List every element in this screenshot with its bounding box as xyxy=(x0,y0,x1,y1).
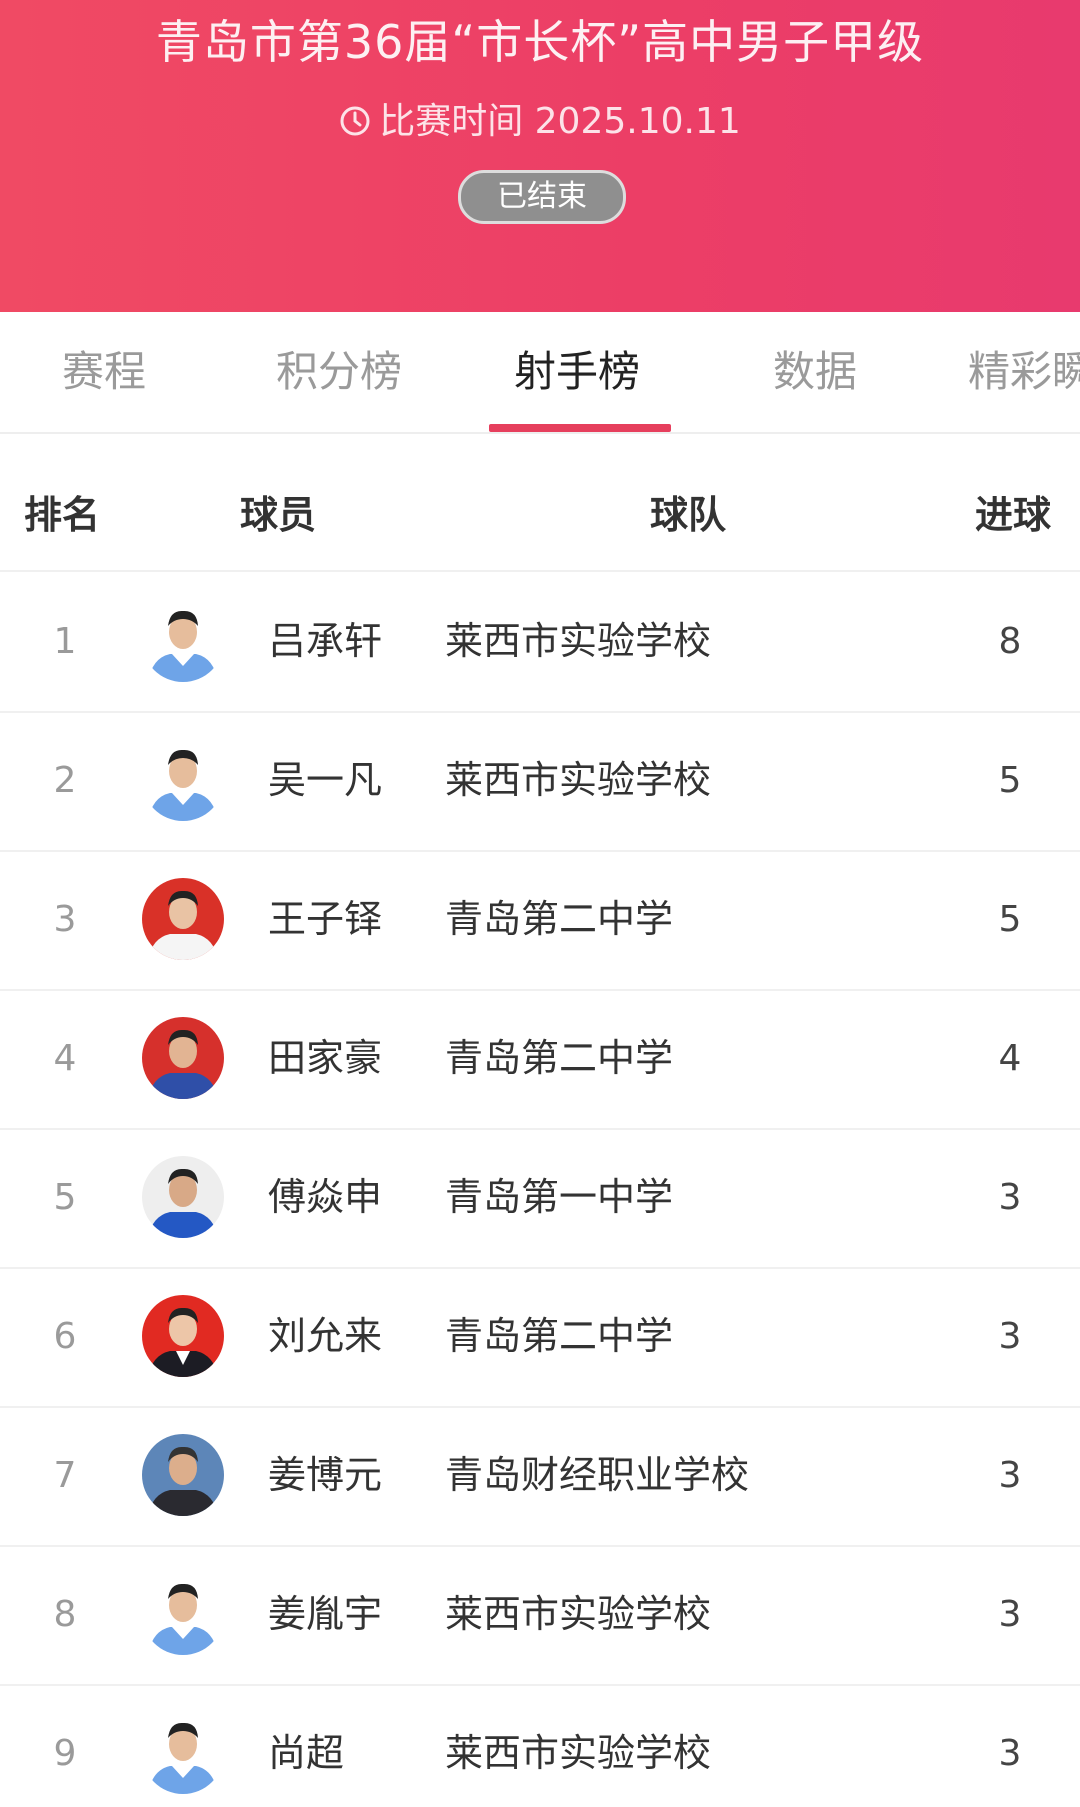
status-badge: 已结束 xyxy=(458,170,626,224)
team-name: 莱西市实验学校 xyxy=(445,1592,712,1636)
player-avatar[interactable] xyxy=(142,600,224,682)
rank-number: 5 xyxy=(53,1177,77,1218)
rank-number: 8 xyxy=(53,1594,77,1635)
scorer-row[interactable]: 8 姜胤宇 莱西市实验学校 3 xyxy=(0,1545,1080,1686)
rank-number: 1 xyxy=(53,621,77,662)
match-title: 青岛市第36届“市长杯”高中男子甲级 xyxy=(155,15,925,69)
tab-stats[interactable]: 数据 xyxy=(773,312,857,432)
goal-count: 5 xyxy=(998,760,1022,801)
rank-number: 6 xyxy=(53,1316,77,1357)
player-avatar[interactable] xyxy=(142,1712,224,1794)
player-avatar[interactable] xyxy=(142,1573,224,1655)
goal-count: 5 xyxy=(998,899,1022,940)
rank-number: 3 xyxy=(53,899,77,940)
goal-count: 3 xyxy=(998,1733,1022,1774)
table-header: 排名 球员 球队 进球 xyxy=(0,460,1080,572)
team-name: 青岛第二中学 xyxy=(445,1314,674,1358)
player-avatar[interactable] xyxy=(142,1295,224,1377)
team-name: 青岛第二中学 xyxy=(445,1036,674,1080)
goal-count: 3 xyxy=(998,1455,1022,1496)
player-avatar[interactable] xyxy=(142,1434,224,1516)
player-name[interactable]: 吴一凡 xyxy=(268,711,382,850)
team-name: 青岛财经职业学校 xyxy=(445,1453,750,1497)
player-name[interactable]: 王子铎 xyxy=(268,850,382,989)
column-rank: 排名 xyxy=(24,493,101,537)
player-name[interactable]: 刘允来 xyxy=(268,1267,382,1406)
tab-bar: 赛程 积分榜 射手榜 数据 精彩瞬 xyxy=(0,312,1080,434)
player-name[interactable]: 傅焱申 xyxy=(268,1128,382,1267)
player-avatar[interactable] xyxy=(142,739,224,821)
goal-count: 3 xyxy=(998,1316,1022,1357)
column-goals: 进球 xyxy=(975,493,1052,537)
scorer-row[interactable]: 1 吕承轩 莱西市实验学校 8 xyxy=(0,572,1080,713)
tab-schedule[interactable]: 赛程 xyxy=(62,312,146,432)
scorer-row[interactable]: 9 尚超 莱西市实验学校 3 xyxy=(0,1684,1080,1807)
scorer-row[interactable]: 4 田家豪 青岛第二中学 4 xyxy=(0,989,1080,1130)
player-name[interactable]: 尚超 xyxy=(268,1684,344,1807)
column-player: 球员 xyxy=(240,493,317,537)
page: 青岛市第36届“市长杯”高中男子甲级 比赛时间 2025.10.11 已结束 赛… xyxy=(0,0,1080,1807)
team-name: 莱西市实验学校 xyxy=(445,619,712,663)
scorer-row[interactable]: 3 王子铎 青岛第二中学 5 xyxy=(0,850,1080,991)
scorer-row[interactable]: 6 刘允来 青岛第二中学 3 xyxy=(0,1267,1080,1408)
rank-number: 7 xyxy=(53,1455,77,1496)
scorer-row[interactable]: 2 吴一凡 莱西市实验学校 5 xyxy=(0,711,1080,852)
player-name[interactable]: 姜胤宇 xyxy=(268,1545,382,1684)
goal-count: 4 xyxy=(998,1038,1022,1079)
clock-icon xyxy=(340,106,370,136)
rank-number: 2 xyxy=(53,760,77,801)
scorer-row[interactable]: 5 傅焱申 青岛第一中学 3 xyxy=(0,1128,1080,1269)
rank-number: 9 xyxy=(53,1733,77,1774)
player-name[interactable]: 吕承轩 xyxy=(268,572,382,711)
player-avatar[interactable] xyxy=(142,1017,224,1099)
column-team: 球队 xyxy=(650,493,727,537)
tab-top-scorers[interactable]: 射手榜 xyxy=(514,312,640,432)
active-tab-indicator xyxy=(489,424,671,432)
goal-count: 3 xyxy=(998,1177,1022,1218)
tab-standings[interactable]: 积分榜 xyxy=(276,312,402,432)
team-name: 莱西市实验学校 xyxy=(445,1731,712,1775)
match-time: 比赛时间 2025.10.11 xyxy=(0,92,1080,144)
match-header: 青岛市第36届“市长杯”高中男子甲级 比赛时间 2025.10.11 已结束 xyxy=(0,0,1080,312)
player-avatar[interactable] xyxy=(142,878,224,960)
tab-highlights[interactable]: 精彩瞬 xyxy=(968,312,1080,432)
team-name: 青岛第二中学 xyxy=(445,897,674,941)
team-name: 青岛第一中学 xyxy=(445,1175,674,1219)
team-name: 莱西市实验学校 xyxy=(445,758,712,802)
rank-number: 4 xyxy=(53,1038,77,1079)
goal-count: 8 xyxy=(998,621,1022,662)
goal-count: 3 xyxy=(998,1594,1022,1635)
player-name[interactable]: 田家豪 xyxy=(268,989,382,1128)
match-time-text: 比赛时间 2025.10.11 xyxy=(379,101,741,142)
player-avatar[interactable] xyxy=(142,1156,224,1238)
player-name[interactable]: 姜博元 xyxy=(268,1406,382,1545)
scorer-row[interactable]: 7 姜博元 青岛财经职业学校 3 xyxy=(0,1406,1080,1547)
